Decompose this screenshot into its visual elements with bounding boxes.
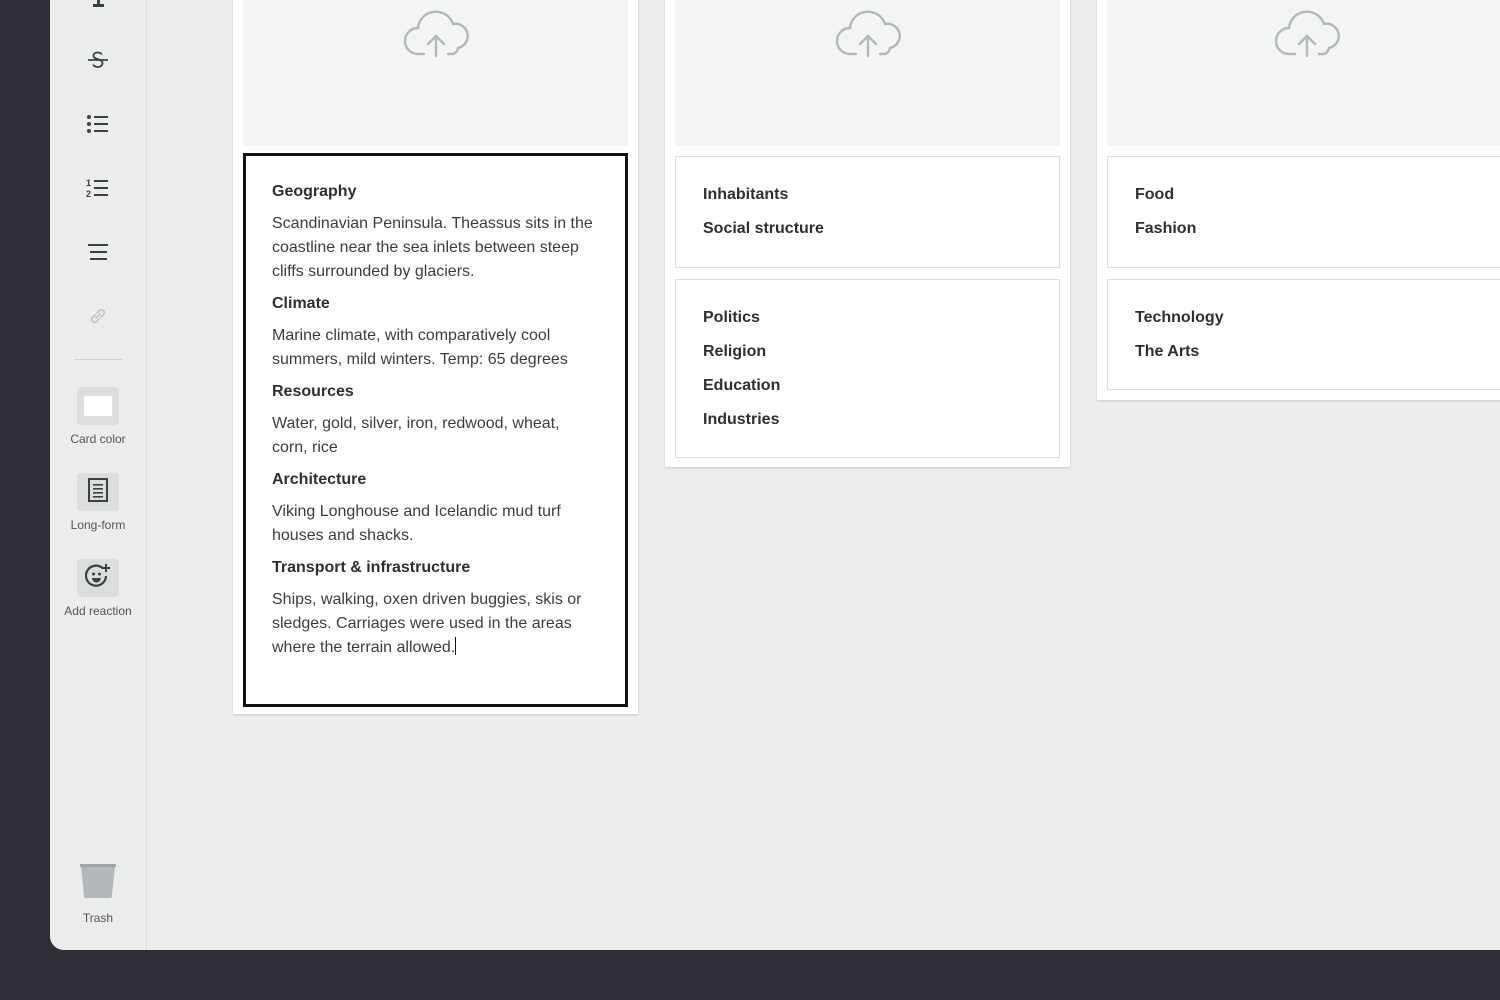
card-heading: The Arts xyxy=(1135,343,1200,360)
image-upload-area[interactable] xyxy=(243,0,628,146)
card-inhabitants[interactable]: Inhabitants Social structure xyxy=(675,156,1060,268)
svg-text:1: 1 xyxy=(86,178,91,188)
card-heading: Food xyxy=(1135,186,1175,203)
section-transport: Transport & infrastructure Ships, walkin… xyxy=(272,558,599,660)
trash-icon xyxy=(78,864,118,904)
long-form-button[interactable]: Long-form xyxy=(50,473,146,532)
bulleted-list-icon xyxy=(86,113,110,135)
section-text[interactable]: Viking Longhouse and Icelandic mud turf … xyxy=(272,500,599,548)
cloud-upload-icon xyxy=(1273,0,1341,146)
strikethrough-button[interactable] xyxy=(73,40,123,80)
card-heading: Fashion xyxy=(1135,220,1197,237)
card-color-button[interactable]: Card color xyxy=(50,387,146,446)
card-food[interactable]: Food Fashion xyxy=(1107,156,1500,268)
sidebar-divider xyxy=(74,359,122,360)
board-canvas: Geography Scandinavian Peninsula. Theass… xyxy=(147,0,1500,950)
card-heading: Industries xyxy=(703,411,780,428)
trash-label: Trash xyxy=(82,911,114,925)
section-text-editing[interactable]: Ships, walking, oxen driven buggies, ski… xyxy=(272,588,599,660)
section-geography: Geography Scandinavian Peninsula. Theass… xyxy=(272,182,599,284)
text-cursor xyxy=(455,637,457,655)
add-reaction-label: Add reaction xyxy=(64,604,132,618)
trash-button[interactable]: Trash xyxy=(50,862,146,925)
card-color-label: Card color xyxy=(70,432,126,446)
column-1: Geography Scandinavian Peninsula. Theass… xyxy=(233,0,638,714)
section-architecture: Architecture Viking Longhouse and Icelan… xyxy=(272,470,599,548)
card-heading: Technology xyxy=(1135,309,1224,326)
card-technology[interactable]: Technology The Arts xyxy=(1107,279,1500,390)
align-button[interactable] xyxy=(73,232,123,272)
numbered-list-button[interactable]: 12 xyxy=(73,168,123,208)
format-sidebar: 12 Card color Long-form Add reaction Tra… xyxy=(50,0,147,950)
strikethrough-icon xyxy=(85,49,111,71)
image-upload-area[interactable] xyxy=(1107,0,1500,146)
add-reaction-button[interactable]: Add reaction xyxy=(50,559,146,618)
bulleted-list-button[interactable] xyxy=(73,104,123,144)
card-color-swatch-icon xyxy=(84,396,112,416)
card-heading: Education xyxy=(703,377,781,394)
section-heading: Resources xyxy=(272,383,354,400)
card-heading: Religion xyxy=(703,343,767,360)
card-heading: Inhabitants xyxy=(703,186,789,203)
cloud-upload-icon xyxy=(402,0,470,146)
column-2: Inhabitants Social structure Politics Re… xyxy=(665,0,1070,467)
column-3: Food Fashion Technology The Arts xyxy=(1097,0,1500,400)
text-style-button[interactable] xyxy=(73,0,123,18)
card-heading: Politics xyxy=(703,309,760,326)
app-window: 12 Card color Long-form Add reaction Tra… xyxy=(50,0,1500,950)
cloud-upload-icon xyxy=(834,0,902,146)
long-form-label: Long-form xyxy=(70,518,126,532)
section-heading: Architecture xyxy=(272,471,367,488)
section-text[interactable]: Water, gold, silver, iron, redwood, whea… xyxy=(272,412,599,460)
section-text[interactable]: Ships, walking, oxen driven buggies, ski… xyxy=(272,591,582,656)
long-form-card[interactable]: Geography Scandinavian Peninsula. Theass… xyxy=(243,153,628,707)
section-heading: Transport & infrastructure xyxy=(272,559,471,576)
section-text[interactable]: Scandinavian Peninsula. Theassus sits in… xyxy=(272,212,599,284)
section-heading: Geography xyxy=(272,183,357,200)
section-climate: Climate Marine climate, with comparative… xyxy=(272,294,599,372)
link-button[interactable] xyxy=(73,296,123,336)
add-reaction-icon xyxy=(84,563,111,594)
section-resources: Resources Water, gold, silver, iron, red… xyxy=(272,382,599,460)
text-icon xyxy=(87,0,109,10)
card-heading: Social structure xyxy=(703,220,824,237)
link-icon xyxy=(86,304,110,328)
section-heading: Climate xyxy=(272,295,330,312)
numbered-list-icon: 12 xyxy=(86,177,110,199)
align-icon xyxy=(87,242,109,262)
card-politics[interactable]: Politics Religion Education Industries xyxy=(675,279,1060,458)
document-icon xyxy=(87,477,109,508)
image-upload-area[interactable] xyxy=(675,0,1060,146)
svg-text:2: 2 xyxy=(86,189,91,199)
section-text[interactable]: Marine climate, with comparatively cool … xyxy=(272,324,599,372)
